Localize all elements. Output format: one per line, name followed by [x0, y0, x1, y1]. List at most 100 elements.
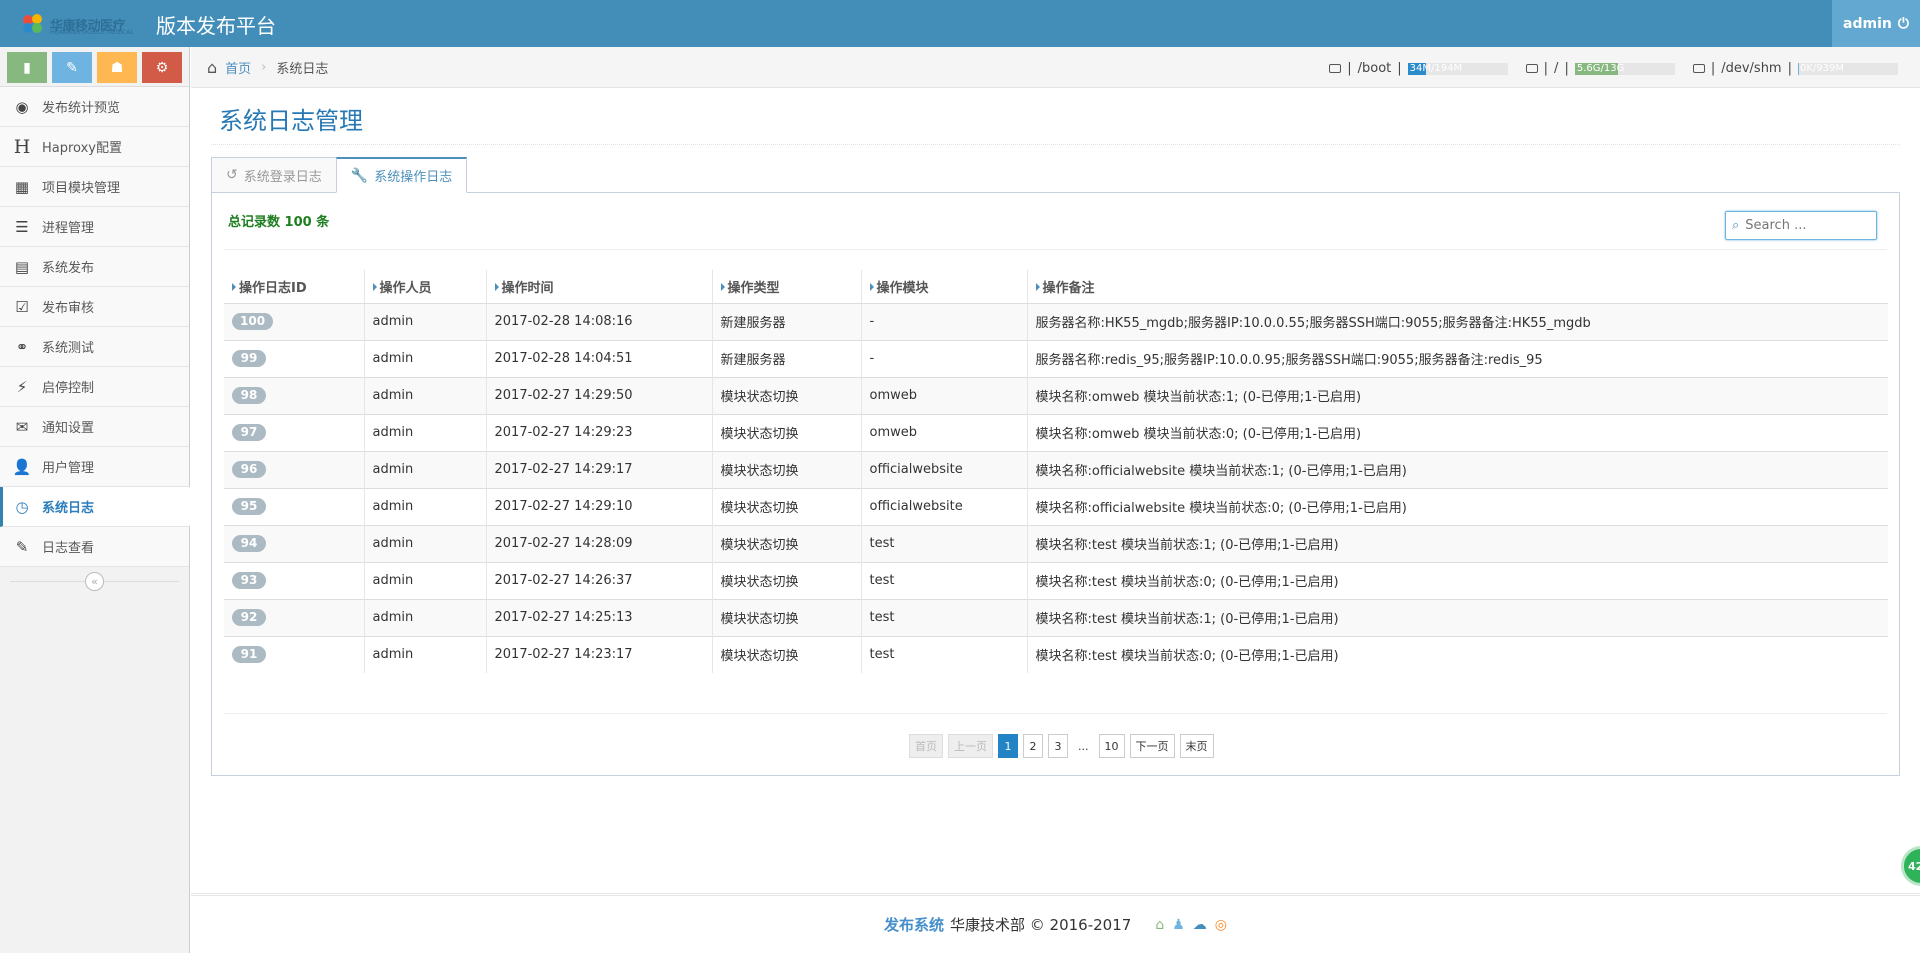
server-icon: ☰	[15, 217, 29, 236]
sidebar-nav: ◉ 发布统计预览 H Haproxy配置 ▦ 项目模块管理 ☰ 进程管理 ▤ 系统发布 ☑ 发布审核 ⚭…	[0, 87, 198, 567]
sidebar-item[interactable]: H Haproxy配置	[0, 127, 189, 167]
table-cell: test	[861, 598, 1028, 636]
separator: |	[1564, 61, 1569, 76]
table-cell: 91	[224, 635, 365, 673]
sidebar-item-label: Haproxy配置	[42, 141, 122, 156]
disk-progress-fill	[1798, 62, 1799, 75]
table-cell: 新建服务器	[712, 302, 862, 340]
page-number-button[interactable]: 1	[998, 734, 1018, 758]
disk-progress: 5.6G/13G	[1574, 62, 1675, 75]
log-panel: 总记录数 100 条 ⌕ 操作日志ID操作人员操作时间操作类型操作模块操作备注 …	[211, 192, 1900, 776]
table-cell: 94	[224, 524, 365, 562]
search-box[interactable]: ⌕	[1725, 211, 1877, 240]
floating-counter-button[interactable]: 42	[1901, 846, 1920, 886]
sidebar-item[interactable]: ✎ 日志查看	[0, 527, 189, 567]
tab-login-log[interactable]: ↺ 系统登录日志	[211, 157, 337, 193]
sidebar-item[interactable]: ⚭ 系统测试	[0, 327, 189, 367]
hdd-icon	[1329, 64, 1342, 73]
column-header[interactable]: 操作人员	[364, 270, 487, 304]
breadcrumb-home[interactable]: 首页	[225, 58, 251, 77]
sidebar-item[interactable]: ✉ 通知设置	[0, 407, 189, 447]
sidebar-item-label: 用户管理	[42, 461, 95, 476]
user-icon: 👤	[12, 457, 32, 476]
edit-icon: ✎	[15, 537, 29, 556]
signal-icon: ▮	[23, 59, 31, 76]
table-row[interactable]: 94 admin 2017-02-27 14:28:09 模块状态切换 test 模块名称…	[224, 524, 1888, 562]
qq-icon[interactable]: ♟	[1172, 917, 1185, 933]
log-tabs: ↺ 系统登录日志 🔧 系统操作日志	[211, 157, 468, 193]
sidebar-item-label: 日志查看	[42, 541, 95, 556]
table-cell: 模块名称:test 模块当前状态:1; (0-已停用;1-已启用)	[1027, 598, 1888, 636]
h-letter-icon: H	[13, 135, 31, 158]
table-row[interactable]: 95 admin 2017-02-27 14:29:10 模块状态切换 official…	[224, 487, 1888, 525]
table-cell: 2017-02-27 14:29:10	[486, 487, 713, 525]
table-cell: 2017-02-28 14:04:51	[486, 339, 713, 377]
sidebar-item[interactable]: ▤ 系统发布	[0, 247, 189, 287]
shortcut-group-button[interactable]: ☗	[97, 52, 137, 83]
sidebar-item[interactable]: ▦ 项目模块管理	[0, 167, 189, 207]
username: admin	[1843, 15, 1892, 32]
column-header-label: 操作时间	[501, 280, 554, 296]
page-number-button[interactable]: 2	[1023, 734, 1043, 758]
column-header[interactable]: 操作类型	[712, 270, 862, 304]
next-page-button[interactable]: 下一页	[1129, 734, 1175, 758]
breadcrumb: ⌂ 首页 › 系统日志 | /boot | 34M/194M | / | 5.6G/13G | /…	[191, 47, 1920, 88]
id-badge: 100	[232, 313, 274, 330]
table-row[interactable]: 99 admin 2017-02-28 14:04:51 新建服务器 - 服务器名称:re…	[224, 339, 1888, 377]
table-row[interactable]: 98 admin 2017-02-27 14:29:50 模块状态切换 omweb 模块名…	[224, 376, 1888, 414]
separator: |	[1397, 61, 1402, 76]
table-row[interactable]: 92 admin 2017-02-27 14:25:13 模块状态切换 test 模块名称…	[224, 598, 1888, 636]
last-page-button[interactable]: 末页	[1179, 734, 1214, 758]
sidebar-item[interactable]: 👤 用户管理	[0, 447, 189, 487]
table-cell: 98	[224, 376, 365, 414]
app-title: 版本发布平台	[156, 13, 276, 38]
shortcut-pencil-button[interactable]: ✎	[52, 52, 92, 83]
dashboard-icon: ◉	[15, 97, 29, 116]
sidebar-item[interactable]: ☑ 发布审核	[0, 287, 189, 327]
logo-mark-icon	[23, 14, 42, 33]
table-cell: 92	[224, 598, 365, 636]
column-header-label: 操作人员	[379, 280, 432, 296]
sidebar-item[interactable]: ☰ 进程管理	[0, 207, 189, 247]
page-number-button[interactable]: 10	[1098, 734, 1125, 758]
column-header[interactable]: 操作时间	[486, 270, 713, 304]
page-title: 系统日志管理	[219, 107, 363, 135]
table-cell: 2017-02-27 14:26:37	[486, 561, 713, 599]
table-row[interactable]: 91 admin 2017-02-27 14:23:17 模块状态切换 test 模块名称…	[224, 635, 1888, 673]
wechat-icon[interactable]: ☁	[1193, 917, 1207, 933]
collapse-arrow-icon[interactable]: «	[85, 571, 104, 591]
page-number-button[interactable]: 3	[1048, 734, 1068, 758]
sidebar-item[interactable]: ◉ 发布统计预览	[0, 87, 189, 127]
column-header[interactable]: 操作日志ID	[224, 270, 365, 304]
home-icon[interactable]: ⌂	[207, 58, 217, 77]
search-input[interactable]	[1745, 218, 1856, 233]
shortcut-cogs-button[interactable]: ⚙	[142, 52, 182, 83]
table-row[interactable]: 100 admin 2017-02-28 14:08:16 新建服务器 - 服务器名称:H…	[224, 302, 1888, 340]
table-cell: 2017-02-27 14:23:17	[486, 635, 713, 673]
prev-page-button[interactable]: 上一页	[948, 734, 993, 758]
table-row[interactable]: 97 admin 2017-02-27 14:29:23 模块状态切换 omweb 模块名…	[224, 413, 1888, 451]
table-row[interactable]: 96 admin 2017-02-27 14:29:17 模块状态切换 official…	[224, 450, 1888, 488]
brand[interactable]: 华康移动医疗 HUAKANG MOBILE MEDICAL 版本发布平台	[20, 9, 276, 39]
sidebar-item-label: 系统发布	[42, 261, 95, 276]
disk-usage-text: 34M/194M	[1409, 62, 1463, 74]
hdd-icon	[1692, 64, 1705, 73]
power-icon[interactable]: ⏻	[1898, 16, 1909, 32]
weibo-icon[interactable]: ◎	[1215, 917, 1227, 933]
column-header[interactable]: 操作备注	[1027, 270, 1888, 304]
disk-usage: | /boot | 34M/194M | / | 5.6G/13G | /dev/shm | 0K/9…	[1329, 61, 1898, 76]
first-page-button[interactable]: 首页	[909, 734, 943, 758]
sidebar-item[interactable]: ◷ 系统日志	[0, 486, 198, 527]
sidebar-item[interactable]: ⚡ 启停控制	[0, 367, 189, 407]
disk-progress: 34M/194M	[1407, 62, 1508, 75]
shortcut-signal-button[interactable]: ▮	[7, 52, 47, 83]
column-header[interactable]: 操作模块	[861, 270, 1028, 304]
table-cell: 2017-02-28 14:08:16	[486, 302, 713, 340]
tab-operation-log[interactable]: 🔧 系统操作日志	[335, 157, 468, 193]
home-icon[interactable]: ⌂	[1155, 917, 1164, 933]
table-cell: -	[861, 339, 1028, 377]
table-row[interactable]: 93 admin 2017-02-27 14:26:37 模块状态切换 test 模块名称…	[224, 561, 1888, 599]
table-cell: admin	[364, 524, 487, 562]
sort-caret-icon	[232, 282, 236, 291]
user-menu[interactable]: admin ⏻	[1832, 0, 1920, 47]
